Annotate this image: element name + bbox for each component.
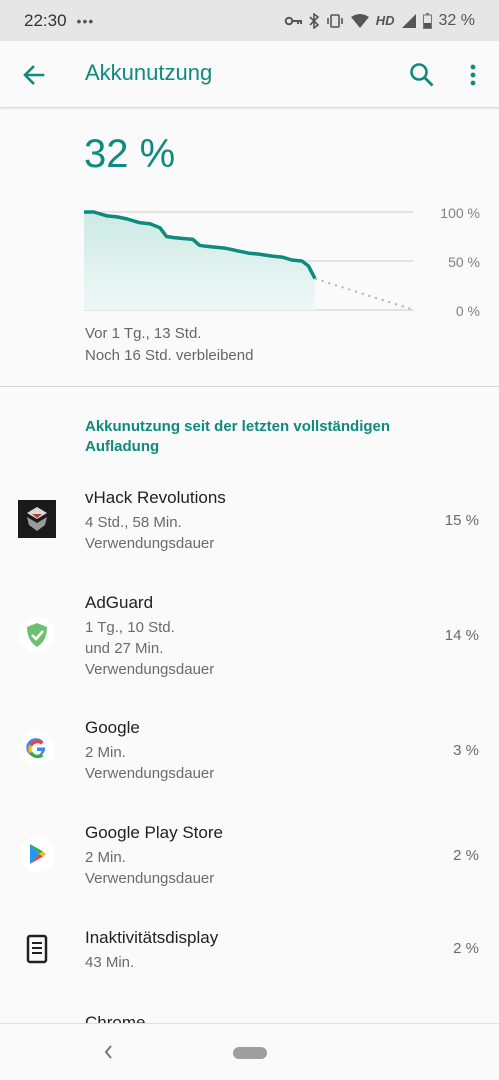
y-tick-label: 50 %: [448, 254, 480, 270]
app-usage: 2 Min. Verwendungsdauer: [85, 742, 214, 784]
y-tick-label: 0 %: [456, 303, 480, 319]
status-battery-percent: 32 %: [438, 11, 475, 29]
usage-line: 43 Min.: [85, 954, 135, 971]
vpn-key-icon: [284, 16, 302, 25]
search-icon[interactable]: [406, 59, 438, 91]
time-since-charge: Vor 1 Tg., 13 Std.: [85, 325, 202, 342]
usage-line: 2 Min.: [85, 849, 126, 866]
wifi-icon: [350, 13, 369, 28]
app-name: Inaktivitätsdisplay: [85, 928, 219, 947]
app-row-play-store[interactable]: Google Play Store 2 Min. Verwendungsdaue…: [0, 823, 499, 903]
app-name: Chrome: [85, 1013, 146, 1023]
usage-line: 1 Tg., 10 Std.: [85, 619, 175, 636]
vibrate-icon: [326, 13, 343, 28]
page-title: Akkunutzung: [85, 60, 213, 85]
app-usage: 2 Min. Verwendungsdauer: [85, 847, 214, 889]
bluetooth-icon: [309, 12, 319, 29]
usage-line: 2 Min.: [85, 744, 126, 761]
divider: [0, 386, 499, 387]
usage-line: Verwendungsdauer: [85, 661, 215, 678]
app-percent: 3 %: [453, 742, 479, 759]
app-row-ambient-display[interactable]: Inaktivitätsdisplay 43 Min. 2 %: [0, 928, 499, 998]
home-pill[interactable]: [233, 1047, 267, 1059]
app-name: vHack Revolutions: [85, 488, 226, 507]
battery-usage-chart: 100 % 50 % 0 %: [84, 205, 480, 319]
app-name: Google Play Store: [85, 823, 223, 842]
chart-area-fill: [84, 212, 315, 310]
section-title: Akkunutzung seit der letzten vollständig…: [85, 418, 391, 455]
navigation-bar: [0, 1023, 499, 1080]
usage-line: Verwendungsdauer: [85, 870, 215, 887]
arrow-back-icon[interactable]: [18, 59, 50, 91]
network-type: HD: [375, 13, 395, 28]
app-name: AdGuard: [85, 593, 154, 612]
app-row-adguard[interactable]: AdGuard 1 Tg., 10 Std. und 27 Min. Verwe…: [0, 593, 499, 693]
adguard-shield-icon: [19, 617, 55, 653]
usage-line: 4 Std., 58 Min.: [85, 514, 182, 531]
app-usage: 4 Std., 58 Min. Verwendungsdauer: [85, 512, 214, 554]
chart-projection-line: [314, 277, 415, 311]
app-percent: 2 %: [453, 847, 479, 864]
app-name: Google: [85, 718, 140, 737]
usage-line: und 27 Min.: [85, 640, 164, 657]
phone-display-icon: [26, 934, 48, 964]
more-vert-icon[interactable]: [460, 59, 486, 91]
usage-line: Verwendungsdauer: [85, 535, 215, 552]
app-usage: 43 Min.: [85, 952, 134, 973]
app-bar: Akkunutzung: [0, 41, 499, 108]
status-bar: 22:30 ••• HD 32 %: [0, 0, 499, 41]
battery-percentage: 32 %: [84, 132, 176, 176]
app-percent: 2 %: [453, 940, 479, 957]
vhack-icon: [18, 500, 56, 538]
play-store-icon: [19, 836, 55, 872]
google-g-icon: [19, 731, 55, 767]
y-tick-label: 100 %: [440, 205, 480, 221]
time-remaining: Noch 16 Std. verbleibend: [85, 347, 254, 364]
status-icons: HD 32 %: [284, 12, 475, 30]
app-percent: 15 %: [444, 512, 479, 529]
notification-dots: •••: [76, 12, 95, 29]
status-time: 22:30: [24, 10, 67, 30]
app-row-vhack[interactable]: vHack Revolutions 4 Std., 58 Min. Verwen…: [0, 488, 499, 568]
nav-back-icon[interactable]: [100, 1040, 116, 1064]
usage-line: Verwendungsdauer: [85, 765, 215, 782]
app-row-chrome[interactable]: Chrome: [0, 1013, 499, 1023]
app-row-google[interactable]: Google 2 Min. Verwendungsdauer 3 %: [0, 718, 499, 798]
app-usage: 1 Tg., 10 Std. und 27 Min. Verwendungsda…: [85, 617, 214, 680]
app-percent: 14 %: [444, 627, 479, 644]
battery-icon: [422, 12, 432, 29]
signal-icon: [401, 13, 416, 28]
